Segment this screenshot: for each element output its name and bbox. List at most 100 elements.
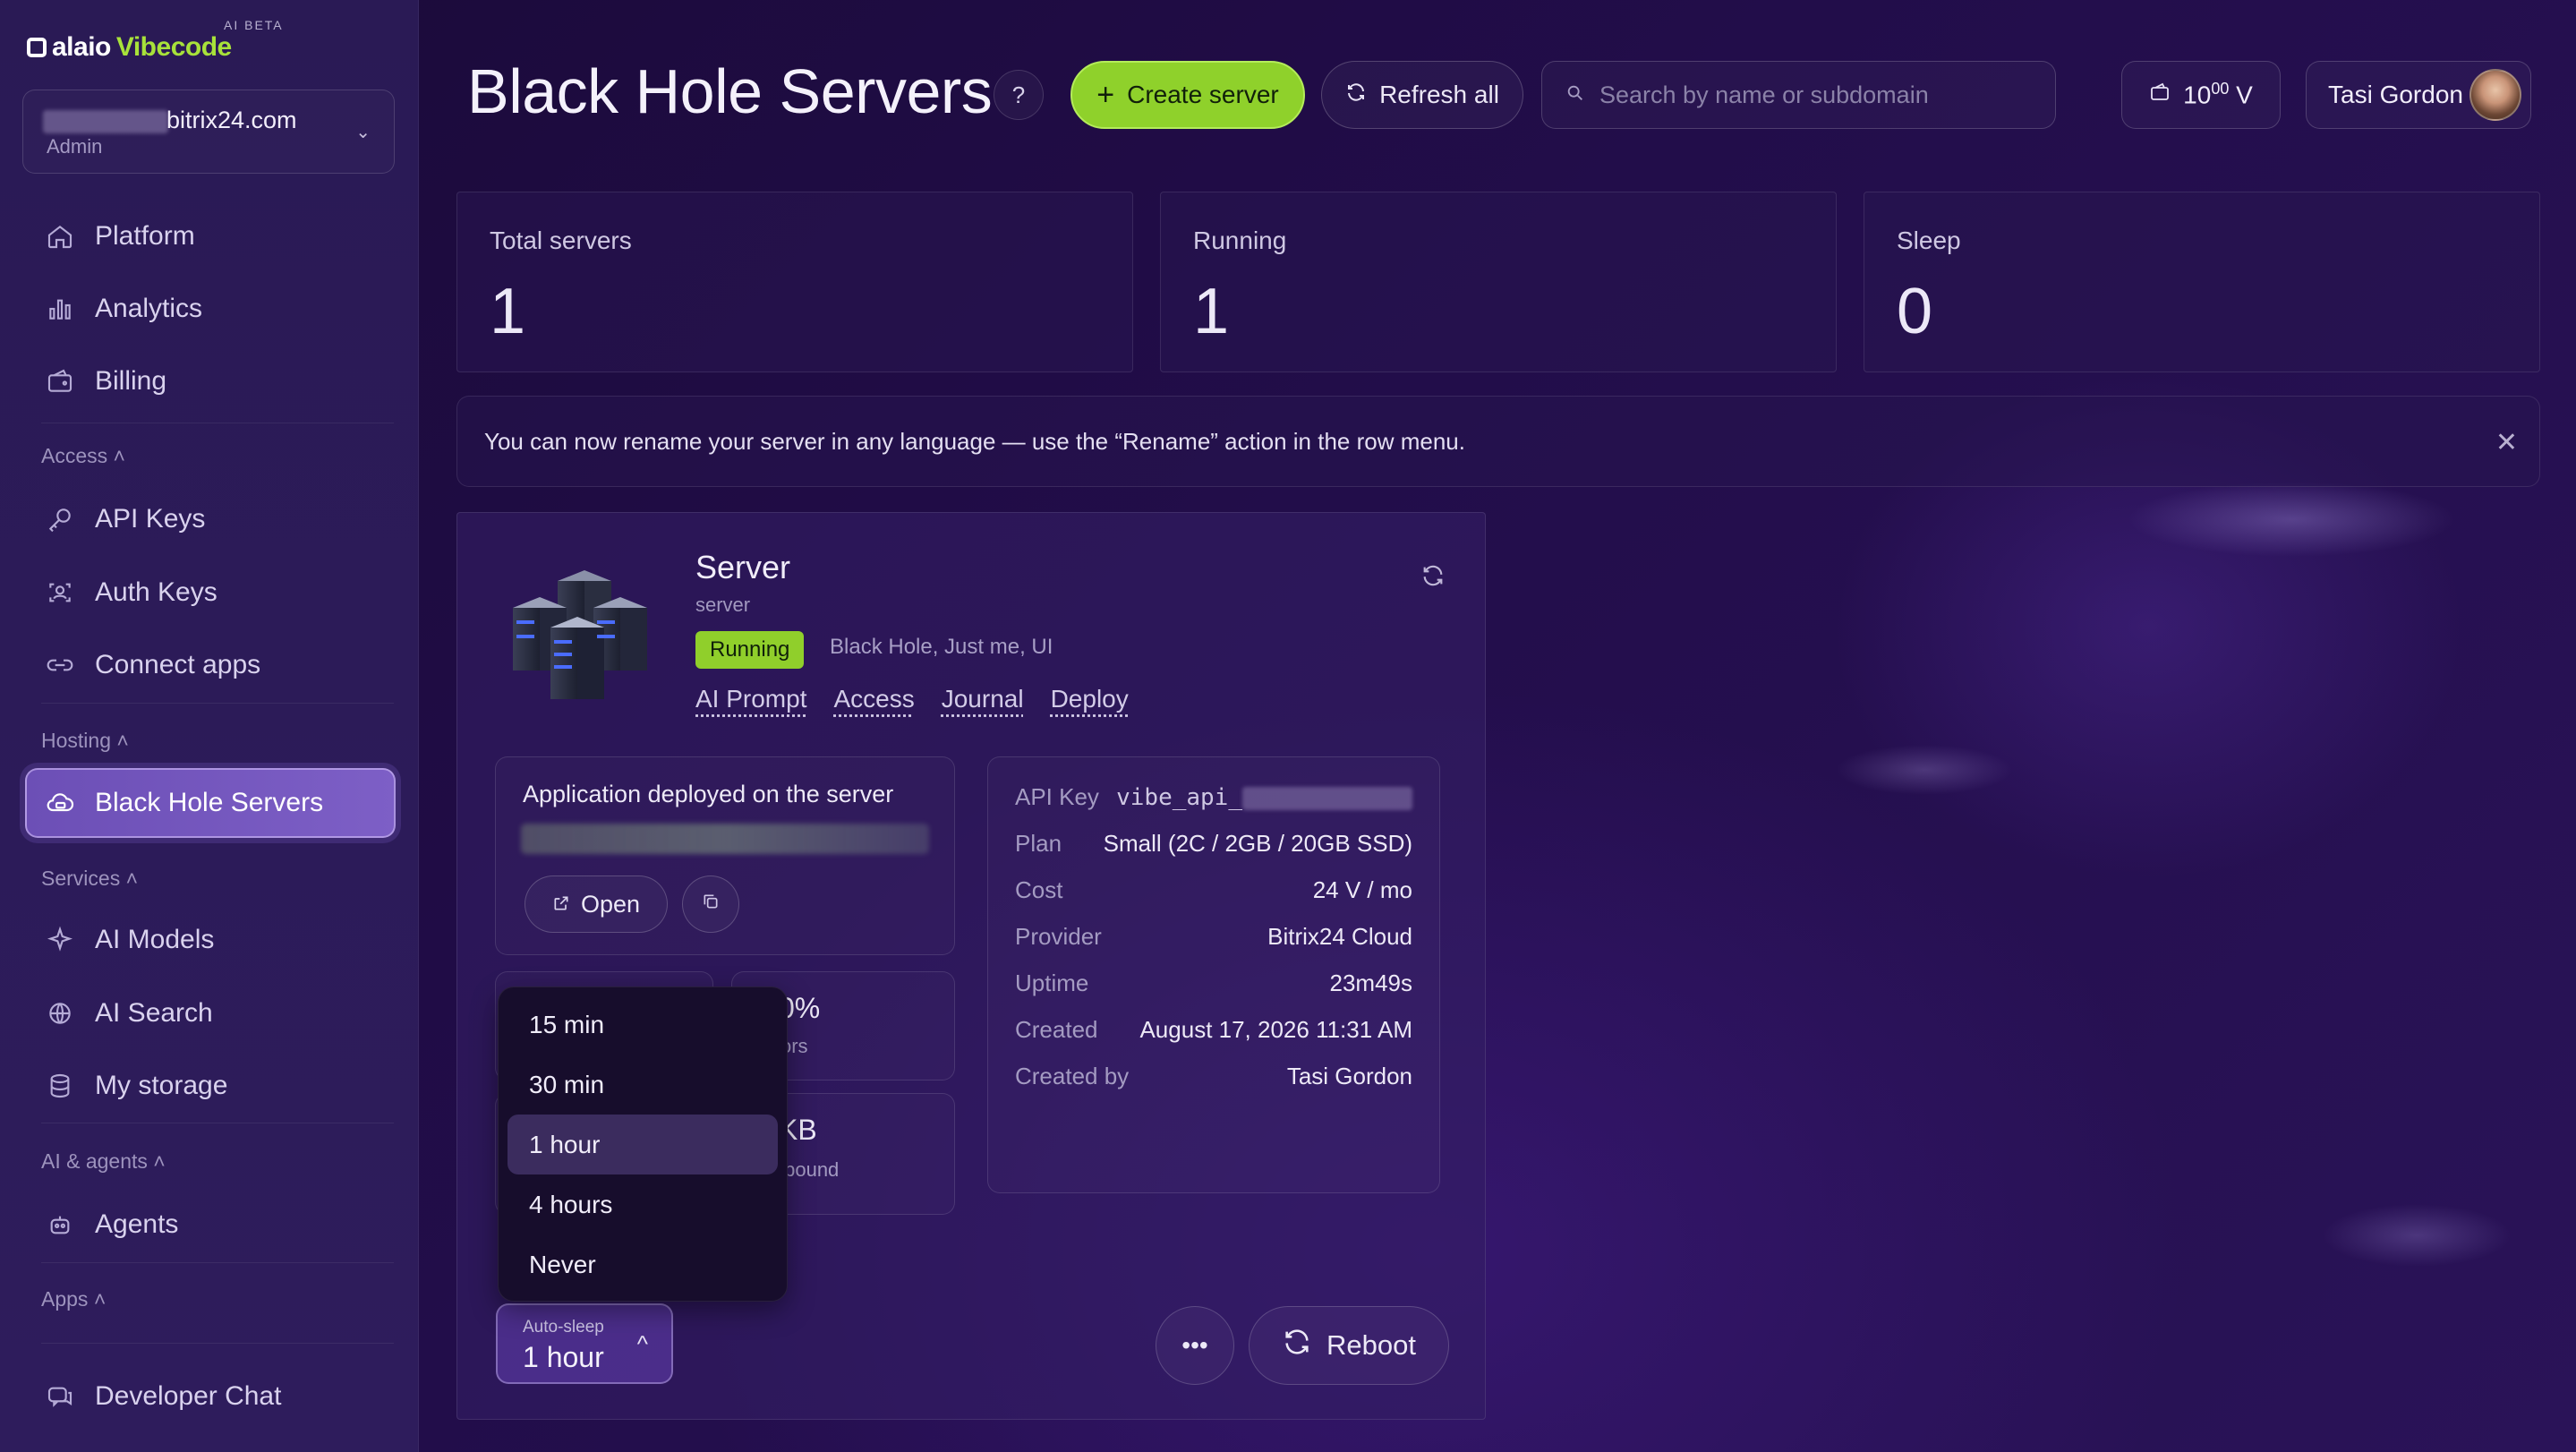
info-row-created: Created August 17, 2026 11:31 AM [1015,1015,1412,1043]
link-journal[interactable]: Journal [942,685,1024,713]
stat-value: 1 [490,276,526,347]
database-icon [45,1071,75,1101]
currency-symbol: V [2236,81,2253,109]
balance-button[interactable]: 1000 V [2121,61,2281,129]
reboot-button[interactable]: Reboot [1249,1306,1449,1385]
create-server-button[interactable]: + Create server [1070,61,1305,129]
divider [41,703,394,704]
auto-sleep-option-selected[interactable]: 1 hour [508,1115,778,1174]
search-icon [1565,83,1585,107]
auto-sleep-select[interactable]: Auto-sleep 1 hour ^ [496,1303,673,1384]
sidebar-item-developer-chat[interactable]: Developer Chat [27,1370,394,1423]
sidebar-item-label: My storage [95,1071,228,1100]
brand-logo[interactable]: alaio Vibecode [27,32,232,63]
link-icon [45,650,75,680]
user-menu[interactable]: Tasi Gordon [2306,61,2531,129]
stat-value: 1 [1193,276,1230,347]
key-icon [45,504,75,534]
more-icon: ••• [1181,1331,1208,1359]
server-links: AI Prompt Access Journal Deploy [695,685,1129,713]
sidebar-item-label: AI Models [95,925,215,954]
copy-url-button[interactable] [682,875,739,933]
sidebar-item-platform[interactable]: Platform [27,209,394,263]
server-tags: Black Hole, Just me, UI [830,635,1053,659]
stat-label: Running [1193,226,1287,254]
info-row-cost: Cost 24 V / mo [1015,875,1412,903]
redacted-app-url [521,824,929,854]
sidebar-item-agents[interactable]: Agents [27,1198,394,1251]
metric-label: tbound [779,1158,840,1181]
plus-icon: + [1096,78,1115,112]
close-icon[interactable]: ✕ [2495,427,2518,458]
sidebar-item-my-storage[interactable]: My storage [27,1059,394,1113]
account-domain: bitrix24.com [166,107,297,133]
home-icon [45,221,75,252]
refresh-all-label: Refresh all [1379,81,1499,108]
brand-prefix: alaio [52,32,111,62]
bar-chart-icon [45,294,75,324]
auto-sleep-value: 1 hour [523,1341,604,1373]
open-label: Open [580,890,641,918]
sidebar-item-black-hole-servers[interactable]: Black Hole Servers [25,768,396,838]
section-services[interactable]: Services ˄ [41,867,138,891]
status-badge: Running [695,631,805,669]
search-input[interactable] [1599,81,2029,109]
open-app-button[interactable]: Open [525,875,668,933]
refresh-server-icon[interactable] [1420,563,1446,594]
external-link-icon [552,891,570,918]
logo-mark-icon [27,38,47,57]
auto-sleep-option[interactable]: 30 min [508,1055,778,1115]
sidebar-item-label: API Keys [95,504,206,534]
sidebar-item-ai-models[interactable]: AI Models [27,913,394,967]
auto-sleep-label: Auto-sleep [523,1318,604,1337]
sidebar-item-label: Analytics [95,294,203,323]
info-row-plan: Plan Small (2C / 2GB / 20GB SSD) [1015,829,1412,857]
sidebar-item-ai-search[interactable]: AI Search [27,987,394,1040]
server-name: Server [695,549,791,585]
sidebar-item-label: Agents [95,1209,179,1239]
server-cloud-icon [45,788,75,818]
section-hosting[interactable]: Hosting ˄ [41,729,129,753]
refresh-all-button[interactable]: Refresh all [1321,61,1523,129]
sidebar-item-label: Black Hole Servers [95,788,324,817]
sidebar-item-billing[interactable]: Billing [27,354,394,408]
globe-icon [45,998,75,1029]
sidebar-item-analytics[interactable]: Analytics [27,282,394,336]
section-access[interactable]: Access ˄ [41,444,125,468]
account-switcher[interactable]: bitrix24.com Admin ⌄ [22,90,395,174]
sidebar-item-label: AI Search [95,998,213,1028]
reboot-icon [1282,1327,1312,1364]
link-ai-prompt[interactable]: AI Prompt [695,685,806,713]
auto-sleep-option[interactable]: Never [508,1234,778,1294]
section-ai-agents[interactable]: AI & agents ˄ [41,1149,166,1174]
auto-sleep-option[interactable]: 15 min [508,995,778,1055]
info-row-provider: Provider Bitrix24 Cloud [1015,922,1412,950]
page-title: Black Hole Servers [467,56,993,126]
divider [41,1262,394,1263]
api-key-value: vibe_api_ [1116,783,1242,811]
sidebar-item-connect-apps[interactable]: Connect apps [27,638,394,692]
search-box[interactable] [1541,61,2056,129]
wallet-icon [2149,81,2171,109]
sidebar-item-label: Developer Chat [95,1381,282,1411]
reboot-label: Reboot [1326,1329,1416,1361]
help-button[interactable]: ? [994,70,1044,120]
refresh-icon [1345,81,1367,109]
info-row-api-key: API Key vibe_api_ [1015,779,1412,815]
beta-badge: AI BETA [224,18,284,32]
server-rack-icon [495,563,656,706]
info-row-created-by: Created by Tasi Gordon [1015,1062,1412,1089]
link-access[interactable]: Access [833,685,914,713]
stat-card-running: Running 1 [1160,192,1837,372]
balance-value: 10 [2183,81,2212,109]
section-apps[interactable]: Apps ˄ [41,1287,106,1311]
sidebar-item-api-keys[interactable]: API Keys [27,492,394,546]
more-actions-button[interactable]: ••• [1156,1306,1234,1385]
user-name: Tasi Gordon [2328,81,2463,108]
link-deploy[interactable]: Deploy [1051,685,1129,713]
stat-card-sleep: Sleep 0 [1864,192,2540,372]
server-info-panel: API Key vibe_api_ Plan Small (2C / 2GB / … [987,756,1440,1193]
stat-card-total: Total servers 1 [456,192,1133,372]
sidebar-item-auth-keys[interactable]: Auth Keys [27,566,394,619]
auto-sleep-option[interactable]: 4 hours [508,1174,778,1234]
